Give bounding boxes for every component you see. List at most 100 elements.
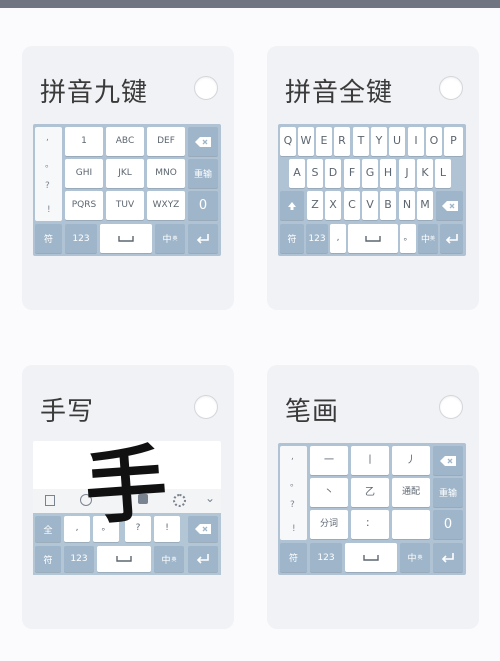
num-key: 123 (65, 224, 97, 253)
num-key: 123 (306, 224, 328, 253)
keyboard-option-pinyin26[interactable]: 拼音全键 Q W E R T Y U I O P A S D F G H J K… (267, 46, 479, 310)
key: PQRS (65, 191, 103, 220)
enter-key (188, 546, 218, 572)
key: ABC (106, 127, 144, 156)
key: 丿 (392, 446, 430, 475)
keyboard-preview: , 。 ? ! 1 ABC DEF GHI JKL MNO PQRS TUV W… (33, 124, 221, 256)
radio-button[interactable] (439, 76, 463, 100)
enter-icon (441, 552, 454, 563)
key: Y (371, 127, 387, 156)
lang-key: 中英 (400, 543, 430, 572)
card-title: 笔画 (285, 397, 340, 427)
keyboard-option-handwrite[interactable]: 手写 ⌄ 全 , 。 ? ! 符 123 中英 手 (22, 365, 234, 629)
key: Q (280, 127, 296, 156)
key: I (408, 127, 424, 156)
backspace-key (433, 446, 463, 475)
reinput-key: 重输 (188, 159, 218, 188)
backspace-icon (441, 200, 458, 211)
space-icon (363, 554, 379, 561)
key: V (362, 191, 378, 220)
lang-key: 中英 (418, 224, 438, 253)
enter-icon (196, 554, 209, 564)
enter-icon (196, 233, 209, 244)
key: 通配 (392, 478, 430, 507)
enter-key (188, 224, 218, 253)
key: M (417, 191, 433, 220)
backspace-icon (195, 524, 211, 534)
zero-key: 0 (188, 191, 218, 220)
backspace-key (188, 127, 218, 156)
shift-key (280, 191, 304, 220)
key: A (289, 159, 305, 188)
key: 丶 (310, 478, 348, 507)
card-title: 拼音九键 (40, 78, 149, 108)
key: L (435, 159, 451, 188)
symbol-key: 符 (280, 543, 307, 572)
key: D (325, 159, 341, 188)
keyboard-option-stroke[interactable]: 笔画 , 。 ? ! 一 丨 丿 丶 乙 通配 分词 ： 重输 0 符 123 … (267, 365, 479, 629)
key: DEF (147, 127, 185, 156)
enter-key (440, 224, 463, 253)
full-key: 全 (35, 516, 61, 542)
key: GHI (65, 159, 103, 188)
key: Z (307, 191, 323, 220)
key: N (399, 191, 415, 220)
key (392, 510, 430, 539)
lang-key: 中英 (154, 546, 184, 572)
grid-icon (45, 495, 55, 506)
key: B (380, 191, 396, 220)
key: S (307, 159, 323, 188)
key: 分词 (310, 510, 348, 539)
key: 乙 (351, 478, 389, 507)
radio-button[interactable] (439, 395, 463, 419)
status-bar (0, 0, 500, 8)
num-key: 123 (64, 546, 94, 572)
key: U (389, 127, 405, 156)
key: W (298, 127, 314, 156)
key: 1 (65, 127, 103, 156)
backspace-key (188, 516, 218, 542)
key: H (380, 159, 396, 188)
space-icon (116, 556, 132, 562)
symbol-key: 符 (35, 224, 62, 253)
key: F (344, 159, 360, 188)
symbol-key: 符 (280, 224, 304, 253)
enter-icon (445, 233, 458, 244)
key: ： (351, 510, 389, 539)
backspace-icon (440, 455, 456, 466)
key: JKL (106, 159, 144, 188)
key: T (353, 127, 369, 156)
handwriting-sample: 手 (81, 435, 171, 537)
reinput-key: 重输 (433, 478, 463, 507)
key: WXYZ (147, 191, 185, 220)
key: , (64, 516, 90, 542)
key: TUV (106, 191, 144, 220)
chevron-down-icon: ⌄ (205, 491, 216, 505)
symbol-strip: , 。 ? ! (35, 127, 62, 221)
comma-key: , (330, 224, 346, 253)
symbol-key: 符 (35, 546, 61, 572)
key: J (399, 159, 415, 188)
gear-icon (173, 494, 186, 507)
lang-key: 中英 (155, 224, 185, 253)
backspace-icon (195, 136, 211, 147)
card-title: 拼音全键 (285, 78, 394, 108)
keyboard-option-pinyin9[interactable]: 拼音九键 , 。 ? ! 1 ABC DEF GHI JKL MNO PQRS … (22, 46, 234, 310)
space-key (97, 546, 151, 572)
key: C (344, 191, 360, 220)
space-icon (365, 235, 381, 242)
keyboard-preview: Q W E R T Y U I O P A S D F G H J K L Z … (278, 124, 466, 256)
key: R (334, 127, 350, 156)
space-icon (118, 235, 134, 242)
symbol-strip: , 。 ? ! (280, 446, 307, 540)
key: P (444, 127, 463, 156)
key: MNO (147, 159, 185, 188)
radio-button[interactable] (194, 76, 218, 100)
zero-key: 0 (433, 510, 463, 539)
key: G (362, 159, 378, 188)
backspace-key (436, 191, 463, 220)
shift-icon (288, 201, 296, 210)
enter-key (433, 543, 463, 572)
radio-button[interactable] (194, 395, 218, 419)
key: K (417, 159, 433, 188)
